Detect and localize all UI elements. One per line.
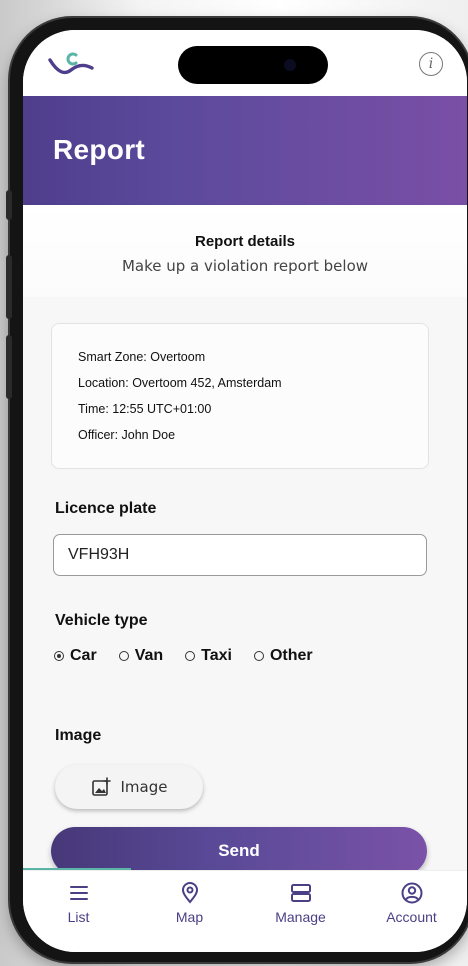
tab-list[interactable]: List: [29, 871, 129, 925]
report-info-card: Smart Zone: Overtoom Location: Overtoom …: [51, 323, 429, 469]
smart-zone-text: Smart Zone: Overtoom: [78, 350, 206, 364]
vehicle-type-radio-group: Car Van Taxi Other: [54, 646, 335, 666]
radio-label: Van: [134, 647, 164, 664]
tab-manage[interactable]: Manage: [251, 871, 351, 925]
map-pin-icon: [181, 882, 198, 904]
radio-unselected-icon: [185, 651, 196, 661]
radio-selected-icon: [54, 651, 64, 661]
tab-label: List: [67, 909, 90, 925]
officer-text: Officer: John Doe: [78, 428, 176, 442]
radio-label: Other: [269, 647, 313, 664]
location-text: Location: Overtoom 452, Amsterdam: [78, 376, 282, 390]
radio-label: Car: [70, 647, 97, 664]
info-icon[interactable]: i: [419, 52, 443, 76]
manage-icon: [290, 884, 311, 902]
add-image-button[interactable]: Image: [55, 765, 203, 809]
section-title: Report details: [194, 233, 296, 250]
side-button: [6, 190, 12, 220]
camera-icon: [284, 59, 296, 71]
radio-unselected-icon: [118, 651, 129, 661]
tab-label: Map: [175, 909, 204, 925]
vehicle-type-label: Vehicle type: [55, 612, 148, 629]
time-text: Time: 12:55 UTC+01:00: [78, 402, 212, 416]
page-title: Report: [53, 134, 146, 165]
report-form: Smart Zone: Overtoom Location: Overtoom …: [23, 297, 467, 877]
volume-up-button: [6, 255, 12, 319]
dynamic-island: [178, 46, 328, 84]
tab-map[interactable]: Map: [140, 871, 240, 925]
status-bar: i: [23, 30, 467, 98]
radio-car[interactable]: Car: [54, 647, 97, 665]
image-label: Image: [55, 727, 102, 744]
account-icon: [401, 882, 422, 904]
licence-plate-label: Licence plate: [55, 500, 157, 517]
app-logo-icon: [48, 52, 94, 75]
section-subtitle: Make up a violation report below: [121, 257, 369, 275]
tab-label: Manage: [275, 909, 326, 925]
image-button-label: Image: [120, 778, 168, 796]
app-screen: i Report Report details Make up a violat…: [23, 30, 467, 952]
radio-taxi[interactable]: Taxi: [185, 647, 232, 665]
tab-label: Account: [386, 909, 437, 925]
licence-plate-input[interactable]: [53, 534, 427, 576]
radio-label: Taxi: [201, 647, 232, 664]
radio-van[interactable]: Van: [118, 647, 164, 665]
volume-down-button: [6, 335, 12, 399]
report-details-header: Report details Make up a violation repor…: [23, 205, 467, 297]
list-icon: [69, 886, 88, 900]
radio-other[interactable]: Other: [253, 647, 313, 665]
radio-unselected-icon: [253, 651, 264, 661]
tab-account[interactable]: Account: [362, 871, 462, 925]
add-image-icon: [91, 777, 111, 796]
bottom-tab-bar: List Map Manage Account: [23, 870, 467, 952]
header: Report: [23, 96, 467, 205]
